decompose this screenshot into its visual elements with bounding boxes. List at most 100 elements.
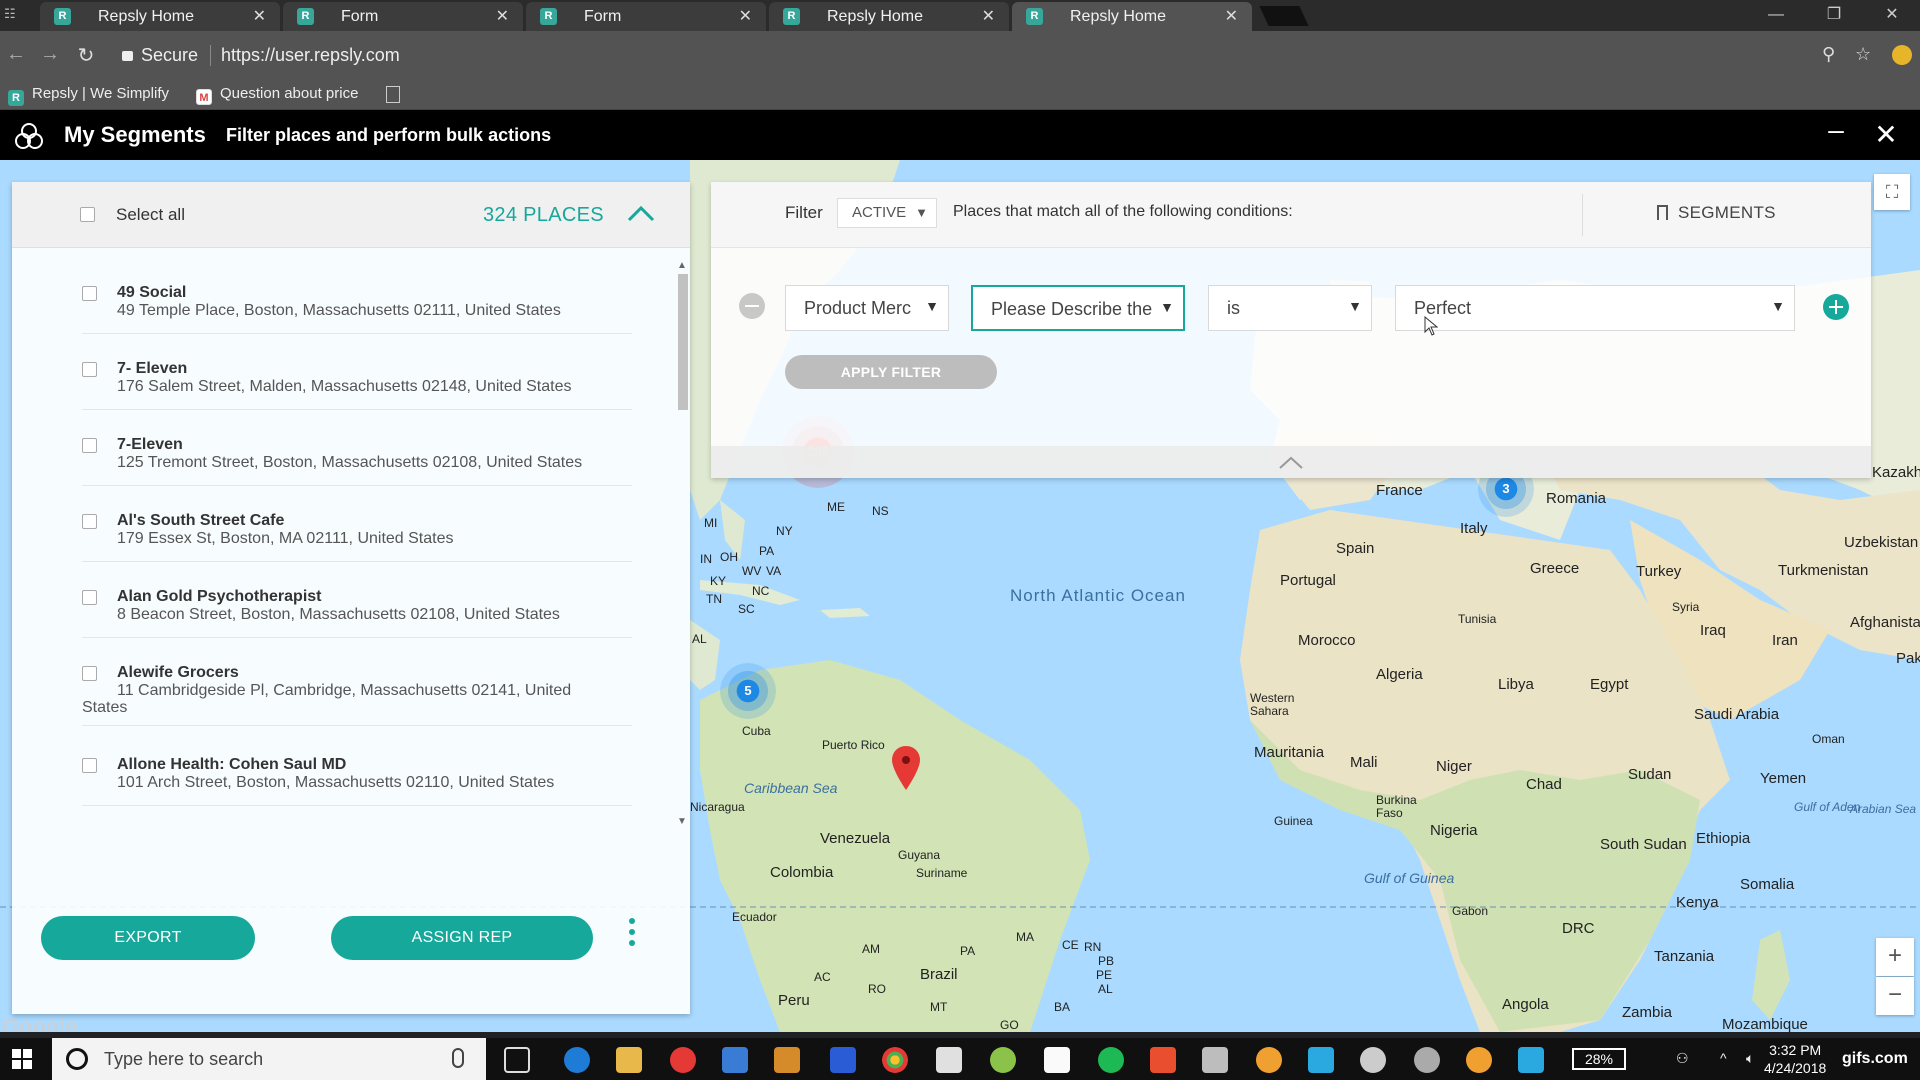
filter-collapse-bar[interactable]	[711, 446, 1871, 478]
file-explorer-icon[interactable]	[616, 1047, 642, 1073]
list-item[interactable]: Al's South Street Cafe 179 Essex St, Bos…	[12, 502, 652, 562]
scroll-up-arrow-icon[interactable]: ▲	[677, 260, 687, 271]
volume-icon[interactable]: 🔈︎	[1746, 1050, 1754, 1067]
close-panel-button[interactable]: ✕	[1870, 118, 1902, 151]
list-item[interactable]: 49 Social 49 Temple Place, Boston, Massa…	[12, 274, 652, 334]
chevron-up-icon[interactable]	[624, 200, 658, 226]
minimize-panel-button[interactable]: –	[1820, 114, 1852, 146]
tab-close-icon[interactable]: ✕	[739, 2, 752, 31]
item-checkbox[interactable]	[82, 438, 97, 453]
gear-app-icon[interactable]	[1414, 1047, 1440, 1073]
cloud-app-icon[interactable]	[670, 1047, 696, 1073]
restore-window-button[interactable]: ❐	[1810, 2, 1858, 28]
condition-field-select[interactable]: Product Merc ▼	[785, 285, 949, 331]
map-zoom-in-button[interactable]: +	[1876, 938, 1914, 976]
media-player-icon[interactable]	[774, 1047, 800, 1073]
scroll-thumb[interactable]	[678, 274, 688, 410]
bookmark-repsly[interactable]: R Repsly | We Simplify	[8, 85, 169, 106]
map-fullscreen-button[interactable]: ⛶	[1874, 174, 1910, 210]
scroll-down-arrow-icon[interactable]: ▼	[677, 816, 687, 827]
chat-app-icon[interactable]	[990, 1047, 1016, 1073]
map-label-kenya: Kenya	[1676, 894, 1719, 911]
chevron-up-icon[interactable]	[1276, 454, 1306, 470]
mail-icon[interactable]	[936, 1047, 962, 1073]
export-button[interactable]: EXPORT	[41, 916, 255, 960]
tab-close-icon[interactable]: ✕	[253, 2, 266, 31]
music-icon[interactable]	[1360, 1047, 1386, 1073]
condition-operator-select[interactable]: is ▼	[1208, 285, 1372, 331]
places-list[interactable]: 49 Social 49 Temple Place, Boston, Massa…	[12, 248, 672, 844]
system-clock[interactable]: 3:32 PM 4/24/2018	[1764, 1041, 1826, 1077]
people-icon[interactable]: ⚇	[1676, 1050, 1689, 1067]
item-checkbox[interactable]	[82, 286, 97, 301]
map-cluster-5[interactable]: 5	[720, 663, 776, 719]
browser-tab-2[interactable]: R Form ✕	[283, 2, 523, 31]
tab-search-icon[interactable]: ☷	[4, 6, 22, 24]
profile-avatar[interactable]	[1892, 45, 1912, 65]
omnibox[interactable]: Secure https://user.repsly.com	[112, 39, 1812, 71]
flower-app-icon[interactable]	[1466, 1047, 1492, 1073]
map-marker-pin-icon[interactable]	[892, 746, 920, 790]
store-icon[interactable]	[722, 1047, 748, 1073]
url-text[interactable]: https://user.repsly.com	[210, 45, 400, 66]
spotify-icon[interactable]	[1098, 1047, 1124, 1073]
back-arrow-icon[interactable]: ←	[4, 43, 28, 66]
browser-tab-1[interactable]: R Repsly Home ✕	[40, 2, 280, 31]
tab-close-icon[interactable]: ✕	[496, 2, 509, 31]
tray-chevron-up-icon[interactable]: ^	[1720, 1050, 1727, 1066]
photos-icon[interactable]	[1256, 1047, 1282, 1073]
secure-indicator[interactable]: Secure	[122, 45, 198, 66]
list-item[interactable]: 7-Eleven 125 Tremont Street, Boston, Mas…	[12, 426, 652, 486]
list-item[interactable]: Allone Health: Cohen Saul MD 101 Arch St…	[12, 746, 652, 806]
calculator-icon[interactable]	[1202, 1047, 1228, 1073]
s-app-icon[interactable]	[1150, 1047, 1176, 1073]
waves-app-icon[interactable]	[1518, 1047, 1544, 1073]
forward-arrow-icon[interactable]: →	[38, 43, 62, 66]
bookmark-question-price[interactable]: M Question about price	[196, 85, 358, 105]
remove-condition-button[interactable]	[739, 293, 765, 319]
browser-tab-3[interactable]: R Form ✕	[526, 2, 766, 31]
bookmark-star-icon[interactable]: ☆	[1855, 44, 1871, 65]
edge-browser-icon[interactable]	[564, 1047, 590, 1073]
select-all-checkbox[interactable]	[80, 207, 95, 222]
windows-start-icon[interactable]	[12, 1049, 32, 1069]
task-view-icon[interactable]	[504, 1047, 530, 1073]
status-filter-select[interactable]: ACTIVE ▼	[837, 198, 937, 228]
browser-tab-5[interactable]: R Repsly Home ✕	[1012, 2, 1252, 31]
close-window-button[interactable]: ✕	[1868, 2, 1916, 28]
item-checkbox[interactable]	[82, 590, 97, 605]
item-checkbox[interactable]	[82, 362, 97, 377]
reload-icon[interactable]: ↻	[74, 43, 98, 68]
select-all-label[interactable]: Select all	[116, 205, 185, 225]
more-options-icon[interactable]	[626, 918, 638, 954]
tab-close-icon[interactable]: ✕	[1225, 2, 1238, 31]
apply-filter-button[interactable]: APPLY FILTER	[785, 355, 997, 389]
minimize-window-button[interactable]: —	[1752, 2, 1800, 28]
condition-value-select[interactable]: Perfect ▼	[1395, 285, 1795, 331]
list-item[interactable]: 7- Eleven 176 Salem Street, Malden, Mass…	[12, 350, 652, 410]
map-zoom-out-button[interactable]: −	[1876, 977, 1914, 1015]
item-checkbox[interactable]	[82, 666, 97, 681]
map-label-ethiopia: Ethiopia	[1696, 830, 1751, 847]
tab-close-icon[interactable]: ✕	[982, 2, 995, 31]
browser-tab-4[interactable]: R Repsly Home ✕	[769, 2, 1009, 31]
microphone-icon[interactable]	[452, 1048, 464, 1068]
condition-question-select[interactable]: Please Describe the ▼	[971, 285, 1185, 331]
item-checkbox[interactable]	[82, 758, 97, 773]
list-scrollbar[interactable]: ▲ ▼	[676, 260, 688, 830]
app-window-icon[interactable]	[830, 1047, 856, 1073]
notes-icon[interactable]	[1044, 1047, 1070, 1073]
blank-page-bookmark-icon[interactable]	[386, 86, 400, 103]
assign-rep-button[interactable]: ASSIGN REP	[331, 916, 593, 960]
add-condition-button[interactable]	[1823, 294, 1849, 320]
taskbar-search[interactable]: Type here to search	[52, 1038, 486, 1080]
zoom-magnifier-icon[interactable]: ⚲	[1822, 44, 1835, 65]
segments-button[interactable]: SEGMENTS	[1657, 203, 1776, 223]
new-tab-button[interactable]	[1259, 6, 1309, 26]
l-app-icon[interactable]	[1308, 1047, 1334, 1073]
battery-indicator[interactable]: 28%	[1572, 1048, 1626, 1070]
item-checkbox[interactable]	[82, 514, 97, 529]
list-item[interactable]: Alan Gold Psychotherapist 8 Beacon Stree…	[12, 578, 652, 638]
chrome-icon[interactable]	[882, 1047, 908, 1073]
list-item[interactable]: Alewife Grocers 11 Cambridgeside Pl, Cam…	[12, 654, 652, 726]
